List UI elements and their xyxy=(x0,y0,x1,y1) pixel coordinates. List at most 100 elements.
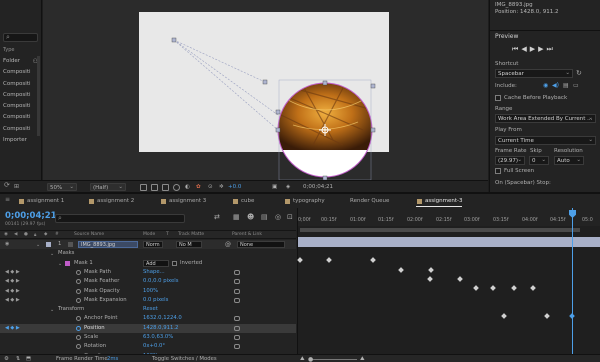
list-item[interactable]: Compositi xyxy=(0,101,42,112)
region-of-interest-icon[interactable] xyxy=(140,184,147,191)
layer-mode-dropdown[interactable]: Norm xyxy=(143,241,163,249)
property-value[interactable]: 63.0,63.0% xyxy=(143,333,173,342)
keyframe-nav-icon[interactable]: ◀ ◆ ▶ xyxy=(5,296,20,305)
include-audio-icon[interactable]: ◀) xyxy=(552,82,559,89)
project-search-input[interactable]: ⌕ xyxy=(3,33,38,42)
play-icon[interactable]: ▶ xyxy=(530,45,538,53)
graph-editor-icon[interactable]: ⊡ xyxy=(287,213,293,221)
keyframe[interactable] xyxy=(530,285,536,291)
current-time-readout[interactable]: 0;00;04;21 xyxy=(303,183,333,191)
mask-mode-dropdown[interactable]: Add xyxy=(143,259,169,267)
expression-icon[interactable] xyxy=(234,297,240,303)
time-ruler[interactable]: 0;00f 00:15f 01:00f 01:15f 02:00f 02:15f… xyxy=(298,208,600,226)
keyframe[interactable] xyxy=(501,313,507,319)
keyframe[interactable] xyxy=(511,285,517,291)
frame-blending-icon[interactable]: ▤ xyxy=(261,213,268,221)
include-video-icon[interactable]: ◉ xyxy=(543,82,548,89)
rotation-row[interactable]: Rotation 0x+0.0° xyxy=(0,342,296,351)
list-item[interactable]: Compositi xyxy=(0,90,42,101)
expression-icon[interactable] xyxy=(234,269,240,275)
property-value[interactable]: 1428.0,911.2 xyxy=(143,324,178,333)
full-screen-checkbox[interactable] xyxy=(495,168,501,174)
list-item[interactable]: Importer xyxy=(0,135,42,146)
exposure-value[interactable]: +0.0 xyxy=(228,183,241,191)
3d-view-icon[interactable]: ⊞ xyxy=(14,183,19,191)
mask-visibility-icon[interactable] xyxy=(162,184,169,191)
number-column-icon[interactable]: # xyxy=(55,232,59,237)
cache-before-playback-checkbox[interactable] xyxy=(495,95,501,101)
mask-path-row[interactable]: ◀ ◆ ▶ Mask Path Shape... xyxy=(0,268,296,277)
zoom-dropdown[interactable]: 50% ⌄ xyxy=(47,183,77,191)
motion-blur-icon[interactable]: ◎ xyxy=(275,213,281,221)
layer-name[interactable]: IMG_8893.jpg xyxy=(78,241,138,249)
label-column-icon[interactable]: ◆ xyxy=(44,232,47,237)
mask-name[interactable]: Mask 1 xyxy=(74,259,93,268)
guides-icon[interactable] xyxy=(173,184,180,191)
tab-cube[interactable]: cube xyxy=(232,196,254,206)
render-time-icon[interactable]: ⚙ xyxy=(4,356,9,362)
anchor-point-row[interactable]: Anchor Point 1632.0,1224.0 xyxy=(0,314,296,323)
zoom-out-icon[interactable]: ⛰ xyxy=(300,356,304,362)
keyframe[interactable] xyxy=(326,257,332,263)
range-dropdown[interactable]: Work Area Extended By Current ... ⌄ xyxy=(495,114,596,123)
mode-column[interactable]: Mode xyxy=(143,232,155,237)
draft-3d-icon[interactable]: ▦ xyxy=(233,213,240,221)
tab-assignment-1[interactable]: assignment 1 xyxy=(18,196,64,206)
timeline-tracks[interactable]: 0;00f 00:15f 01:00f 01:15f 02:00f 02:15f… xyxy=(297,208,600,362)
preview-resolution-dropdown[interactable]: Auto ⌄ xyxy=(554,156,584,165)
project-scrollbar[interactable] xyxy=(37,56,40,136)
parent-dropdown[interactable]: None xyxy=(237,241,285,249)
include-overlays-icon[interactable]: ▤ xyxy=(563,82,569,89)
keyframe[interactable] xyxy=(457,276,463,282)
layer-row[interactable]: ◉ ⌄ 1 IMG_8893.jpg Norm No M @ None xyxy=(0,240,296,250)
keyframe-nav-icon[interactable]: ◀ ◆ ▶ xyxy=(5,268,20,277)
t-column[interactable]: T xyxy=(166,232,169,237)
stopwatch-icon[interactable] xyxy=(76,316,81,322)
list-item[interactable]: Folder ⚇ xyxy=(0,56,42,67)
mask-overlay[interactable] xyxy=(43,0,488,180)
property-value[interactable]: 100% xyxy=(143,287,158,296)
list-item[interactable]: Compositi xyxy=(0,79,42,90)
keyframe[interactable] xyxy=(297,257,303,263)
mask-feather-row[interactable]: ◀ ◆ ▶ Mask Feather 0.0,0.0 pixels xyxy=(0,277,296,286)
track-matte-dropdown[interactable]: No M xyxy=(176,241,202,249)
keyframe-nav-icon[interactable]: ◀ ◆ ▶ xyxy=(5,287,20,296)
expression-icon[interactable] xyxy=(234,316,240,322)
work-area-bar[interactable] xyxy=(300,228,580,232)
color-management-icon[interactable]: ✿ xyxy=(196,183,201,191)
channel-icon[interactable]: ◐ xyxy=(185,183,190,191)
composition-viewer[interactable] xyxy=(43,0,488,180)
zoom-in-icon[interactable]: ⛰ xyxy=(360,356,364,362)
transform-group-row[interactable]: ⌄ Transform Reset xyxy=(0,305,296,314)
playhead-line[interactable] xyxy=(572,208,573,362)
flowchart-icon[interactable]: ⇅ xyxy=(16,356,20,362)
keyframe[interactable] xyxy=(427,276,433,282)
scale-row[interactable]: Scale 63.0,63.0% xyxy=(0,333,296,342)
expression-icon[interactable] xyxy=(234,288,240,294)
shy-icon[interactable]: ☻ xyxy=(247,213,254,221)
reset-icon[interactable]: ↻ xyxy=(576,69,582,77)
expression-icon[interactable] xyxy=(234,279,240,285)
transform-reset-link[interactable]: Reset xyxy=(143,305,158,314)
type-column-header[interactable]: Type xyxy=(3,47,14,53)
transparency-grid-icon[interactable] xyxy=(151,184,158,191)
keyframe[interactable] xyxy=(398,266,404,273)
keyframe-nav-icon[interactable]: ◀ ◆ ▶ xyxy=(5,277,20,286)
snapshot-icon[interactable]: ▣ xyxy=(272,183,277,191)
list-item[interactable]: Compositi xyxy=(0,67,42,78)
tab-assignment-3-active[interactable]: assignment-3 xyxy=(416,196,463,207)
mask-opacity-row[interactable]: ◀ ◆ ▶ Mask Opacity 100% xyxy=(0,287,296,296)
skip-dropdown[interactable]: 0 ⌄ xyxy=(529,156,549,165)
always-preview-icon[interactable]: ⟳ xyxy=(4,181,10,189)
keyframe[interactable] xyxy=(370,257,376,263)
tab-typography[interactable]: typography xyxy=(284,196,325,206)
resolution-dropdown[interactable]: (Half) ⌄ xyxy=(90,183,126,191)
current-time-display[interactable]: 0;00;04;21 xyxy=(5,211,57,221)
track-matte-column[interactable]: Track Matte xyxy=(178,232,204,237)
shortcut-dropdown[interactable]: Spacebar ⌄ xyxy=(495,69,573,78)
stopwatch-icon[interactable] xyxy=(76,335,81,340)
stopwatch-icon[interactable] xyxy=(76,297,81,303)
mask-expansion-row[interactable]: ◀ ◆ ▶ Mask Expansion 0.0 pixels xyxy=(0,296,296,305)
keyframe[interactable] xyxy=(428,266,434,273)
solo-column-icon[interactable]: ● xyxy=(24,232,28,237)
